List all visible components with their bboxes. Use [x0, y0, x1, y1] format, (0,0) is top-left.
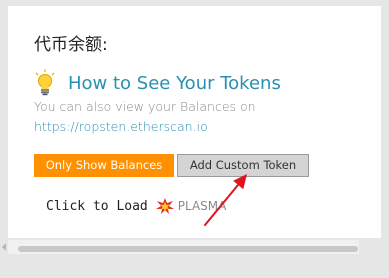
howto-row: How to See Your Tokens — [34, 68, 281, 98]
add-custom-token-button[interactable]: Add Custom Token — [177, 154, 309, 177]
horizontal-scroll-thumb[interactable] — [18, 246, 358, 252]
horizontal-scrollbar[interactable] — [0, 238, 381, 258]
etherscan-link[interactable]: https://ropsten.etherscan.io — [34, 119, 208, 134]
token-balances-panel: 代币余额: How to See Your Tokens You can als… — [8, 6, 359, 238]
balances-hint-text: You can also view your Balances on — [34, 99, 256, 114]
lightbulb-icon — [35, 69, 55, 96]
click-to-load-row[interactable]: Click to Load PLASMA — [46, 198, 226, 214]
scrollbar-corner — [359, 238, 381, 258]
vertical-scrollbar[interactable] — [359, 6, 381, 238]
collision-icon — [155, 198, 174, 214]
plasma-token-label[interactable]: PLASMA — [178, 199, 227, 213]
click-to-load-text[interactable]: Click to Load — [46, 199, 148, 214]
only-show-balances-button[interactable]: Only Show Balances — [34, 154, 174, 177]
horizontal-scroll-track[interactable] — [8, 240, 359, 254]
how-to-see-tokens-link[interactable]: How to See Your Tokens — [68, 73, 281, 94]
token-balances-title: 代币余额: — [34, 35, 108, 55]
scroll-left-arrow-icon[interactable] — [2, 243, 6, 251]
screenshot-frame: 代币余额: How to See Your Tokens You can als… — [0, 0, 389, 278]
